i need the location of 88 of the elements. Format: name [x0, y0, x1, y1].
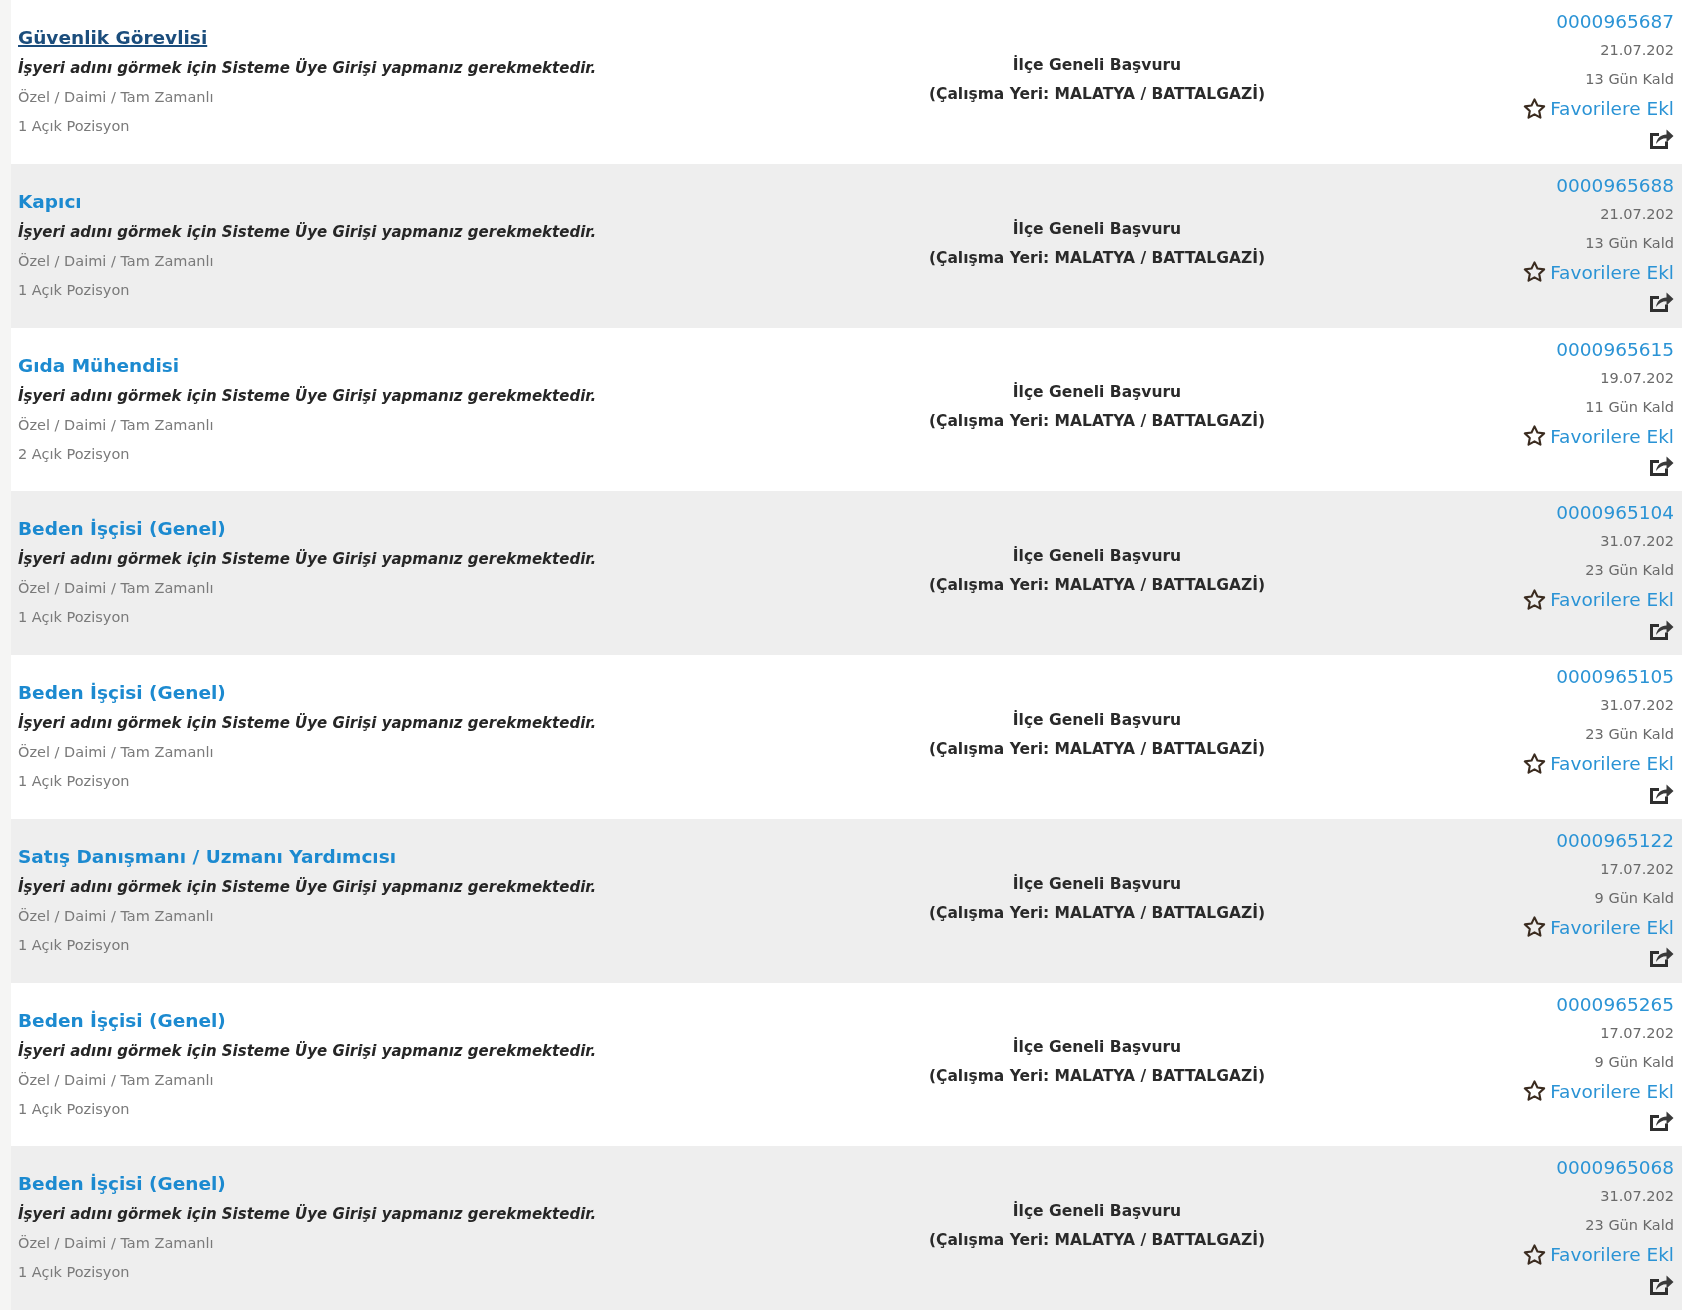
work-location: (Çalışma Yeri: MALATYA / BATTALGAZİ) [928, 1229, 1266, 1252]
application-scope: İlçe Geneli Başvuru [1012, 1036, 1182, 1059]
listing-date: 17.07.202 [1600, 1023, 1674, 1043]
star-icon [1523, 588, 1547, 611]
days-left: 13 Gün Kald [1585, 233, 1674, 253]
work-location: (Çalışma Yeri: MALATYA / BATTALGAZİ) [928, 738, 1266, 760]
open-positions: 1 Açık Pozisyon [18, 1099, 130, 1119]
star-icon [1523, 97, 1547, 120]
job-title-link[interactable]: Satış Danışmanı / Uzmanı Yardımcısı [18, 844, 397, 869]
work-location: (Çalışma Yeri: MALATYA / BATTALGAZİ) [928, 410, 1266, 433]
star-icon [1523, 916, 1547, 939]
add-to-favorites-link[interactable]: Favorilere Ekl [1523, 1076, 1674, 1106]
listing-number-link[interactable]: 0000965687 [1556, 7, 1674, 36]
listing-number-link[interactable]: 0000965615 [1556, 334, 1674, 364]
work-location: (Çalışma Yeri: MALATYA / BATTALGAZİ) [928, 247, 1266, 269]
star-icon [1523, 1080, 1547, 1102]
listing-date: 31.07.202 [1600, 696, 1674, 715]
add-to-favorites-link[interactable]: Favorilere Ekl [1523, 585, 1674, 615]
open-positions: 2 Açık Pozisyon [18, 444, 130, 464]
listing-date: 31.07.202 [1600, 1187, 1674, 1207]
add-to-favorites-link[interactable]: Favorilere Ekl [1523, 94, 1674, 123]
star-icon [1523, 752, 1547, 775]
open-positions: 1 Açık Pozisyon [18, 772, 130, 791]
job-title-link[interactable]: Kapıcı [18, 189, 82, 214]
add-to-favorites-link[interactable]: Favorilere Ekl [1523, 421, 1674, 451]
work-location: (Çalışma Yeri: MALATYA / BATTALGAZİ) [928, 574, 1266, 597]
job-title-link[interactable]: Gıda Mühendisi [18, 353, 180, 378]
application-scope: İlçe Geneli Başvuru [1012, 709, 1182, 731]
work-location: (Çalışma Yeri: MALATYA / BATTALGAZİ) [928, 902, 1266, 924]
employer-notice: İşyeri adını görmek için Sisteme Üye Girişi yapmanız gerekmektedir. [18, 385, 597, 407]
star-icon [1523, 1243, 1547, 1266]
days-left: 23 Gün Kald [1585, 1216, 1674, 1236]
work-location: (Çalışma Yeri: MALATYA / BATTALGAZİ) [928, 83, 1266, 105]
employment-type: Özel / Daimi / Tam Zamanlı [18, 743, 214, 762]
employer-notice: İşyeri adını görmek için Sisteme Üye Girişi yapmanız gerekmektedir. [18, 548, 597, 571]
employment-type: Özel / Daimi / Tam Zamanlı [18, 251, 214, 271]
application-scope: İlçe Geneli Başvuru [1012, 218, 1182, 240]
employment-type: Özel / Daimi / Tam Zamanlı [18, 415, 214, 435]
listing-number-link[interactable]: 0000965105 [1556, 662, 1674, 691]
application-scope: İlçe Geneli Başvuru [1012, 545, 1182, 568]
application-scope: İlçe Geneli Başvuru [1012, 1200, 1182, 1223]
days-left: 9 Gün Kald [1594, 1052, 1674, 1072]
days-left: 9 Gün Kald [1594, 888, 1674, 908]
job-title-link[interactable]: Güvenlik Görevlisi [18, 26, 208, 50]
job-title-link[interactable]: Beden İşçisi (Genel) [18, 1172, 226, 1197]
add-to-favorites-link[interactable]: Favorilere Ekl [1523, 912, 1674, 942]
listing-date: 21.07.202 [1600, 204, 1674, 224]
listing-date: 21.07.202 [1600, 41, 1674, 60]
employer-notice: İşyeri adını görmek için Sisteme Üye Girişi yapmanız gerekmektedir. [18, 1203, 597, 1226]
listing-date: 19.07.202 [1600, 368, 1674, 388]
open-positions: 1 Açık Pozisyon [18, 608, 130, 628]
job-title-link[interactable]: Beden İşçisi (Genel) [18, 517, 226, 542]
job-title-link[interactable]: Beden İşçisi (Genel) [18, 681, 226, 705]
star-icon [1523, 425, 1547, 447]
days-left: 13 Gün Kald [1585, 70, 1674, 89]
application-scope: İlçe Geneli Başvuru [1012, 54, 1182, 76]
listing-number-link[interactable]: 0000965265 [1556, 989, 1674, 1019]
listing-number-link[interactable]: 0000965688 [1556, 170, 1674, 200]
open-positions: 1 Açık Pozisyon [18, 1263, 130, 1283]
job-title-link[interactable]: Beden İşçisi (Genel) [18, 1008, 226, 1033]
days-left: 11 Gün Kald [1585, 397, 1674, 417]
add-to-favorites-link[interactable]: Favorilere Ekl [1523, 749, 1674, 778]
add-to-favorites-link[interactable]: Favorilere Ekl [1523, 1240, 1674, 1270]
employment-type: Özel / Daimi / Tam Zamanlı [18, 1234, 214, 1254]
add-to-favorites-link[interactable]: Favorilere Ekl [1523, 257, 1674, 287]
employment-type: Özel / Daimi / Tam Zamanlı [18, 1070, 214, 1090]
employment-type: Özel / Daimi / Tam Zamanlı [18, 579, 214, 599]
employer-notice: İşyeri adını görmek için Sisteme Üye Girişi yapmanız gerekmektedir. [18, 1040, 597, 1062]
days-left: 23 Gün Kald [1585, 725, 1674, 744]
listing-number-link[interactable]: 0000965122 [1556, 825, 1674, 855]
days-left: 23 Gün Kald [1585, 561, 1674, 581]
listing-number-link[interactable]: 0000965104 [1556, 498, 1674, 528]
employer-notice: İşyeri adını görmek için Sisteme Üye Girişi yapmanız gerekmektedir. [18, 876, 597, 898]
listing-date: 17.07.202 [1600, 859, 1674, 879]
application-scope: İlçe Geneli Başvuru [1012, 381, 1182, 404]
open-positions: 1 Açık Pozisyon [18, 117, 130, 136]
employment-type: Özel / Daimi / Tam Zamanlı [18, 88, 214, 107]
employment-type: Özel / Daimi / Tam Zamanlı [18, 906, 214, 926]
employer-notice: İşyeri adını görmek için Sisteme Üye Girişi yapmanız gerekmektedir. [18, 57, 597, 79]
star-icon [1523, 261, 1547, 284]
open-positions: 1 Açık Pozisyon [18, 280, 130, 300]
employer-notice: İşyeri adını görmek için Sisteme Üye Girişi yapmanız gerekmektedir. [18, 712, 597, 734]
work-location: (Çalışma Yeri: MALATYA / BATTALGAZİ) [928, 1065, 1266, 1088]
open-positions: 1 Açık Pozisyon [18, 935, 130, 955]
employer-notice: İşyeri adını görmek için Sisteme Üye Girişi yapmanız gerekmektedir. [18, 221, 597, 243]
listing-date: 31.07.202 [1600, 532, 1674, 552]
application-scope: İlçe Geneli Başvuru [1012, 873, 1182, 895]
listing-number-link[interactable]: 0000965068 [1556, 1153, 1674, 1183]
